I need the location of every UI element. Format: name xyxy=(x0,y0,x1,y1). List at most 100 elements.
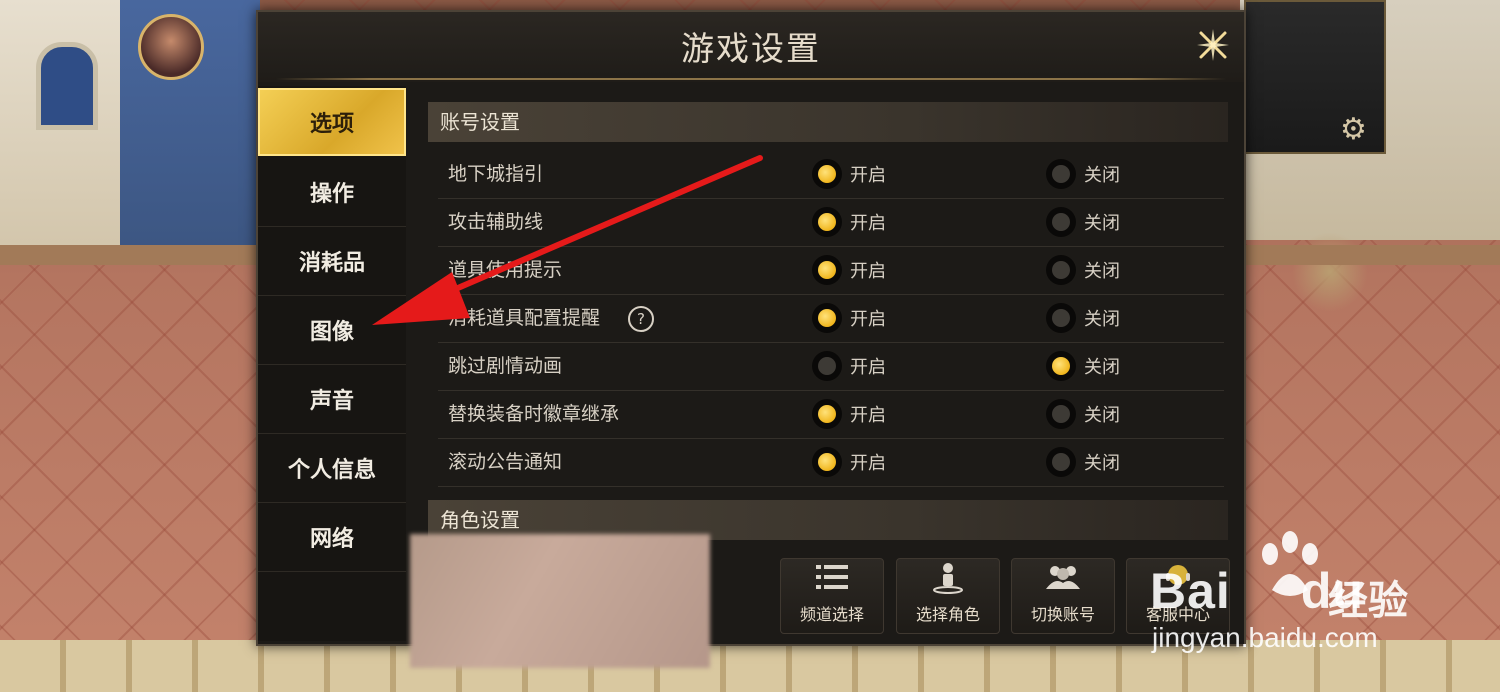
select-character-button[interactable]: 选择角色 xyxy=(896,558,1000,634)
option-off-label: 关闭 xyxy=(1084,213,1120,234)
sidebar-item-options[interactable]: 选项 xyxy=(258,88,406,156)
option-on-radio[interactable]: 开启 xyxy=(812,302,886,334)
background-window xyxy=(36,42,98,130)
player-avatar xyxy=(138,14,204,80)
option-off-radio[interactable]: 关闭 xyxy=(1046,206,1120,238)
list-icon xyxy=(816,565,848,589)
option-on-radio[interactable]: 开启 xyxy=(812,446,886,478)
radio-indicator xyxy=(1046,255,1076,285)
customer-service-button[interactable]: 客服中心 xyxy=(1126,558,1230,634)
setting-label: 消耗道具配置提醒 xyxy=(448,307,601,329)
setting-label: 道具使用提示 xyxy=(448,259,563,281)
option-off-label: 关闭 xyxy=(1084,357,1120,378)
sidebar-item-sound[interactable]: 声音 xyxy=(258,365,406,434)
option-on-radio[interactable]: 开启 xyxy=(812,350,886,382)
radio-dot xyxy=(818,309,836,327)
option-off-label: 关闭 xyxy=(1084,453,1120,474)
watermark-cn-text: 经验 xyxy=(1328,578,1408,624)
option-off-label: 关闭 xyxy=(1084,405,1120,426)
option-off-radio[interactable]: 关闭 xyxy=(1046,446,1120,478)
option-off-label: 关闭 xyxy=(1084,309,1120,330)
channel-select-button[interactable]: 频道选择 xyxy=(780,558,884,634)
button-label: 选择角色 xyxy=(915,605,980,624)
setting-row: 替换装备时徽章继承 开启 关闭 xyxy=(438,390,1224,439)
setting-row: 地下城指引 开启 关闭 xyxy=(438,150,1224,199)
setting-label: 替换装备时徽章继承 xyxy=(448,403,620,425)
radio-indicator xyxy=(1046,447,1076,477)
dialog-header: 游戏设置 xyxy=(258,12,1244,82)
sidebar-item-label: 声音 xyxy=(309,389,354,414)
switch-account-button[interactable]: 切换账号 xyxy=(1011,558,1115,634)
option-on-label: 开启 xyxy=(850,405,886,426)
radio-dot xyxy=(1052,261,1070,279)
radio-dot xyxy=(818,165,836,183)
sidebar-item-network[interactable]: 网络 xyxy=(258,503,406,572)
close-button[interactable] xyxy=(1190,22,1236,68)
option-off-radio[interactable]: 关闭 xyxy=(1046,254,1120,286)
customer-service-icon xyxy=(1166,565,1190,585)
setting-label: 滚动公告通知 xyxy=(448,451,563,473)
settings-sidebar: 选项 操作 消耗品 图像 声音 个人信息 网络 xyxy=(258,86,406,641)
sidebar-item-label: 图像 xyxy=(309,320,354,345)
option-on-radio[interactable]: 开启 xyxy=(812,398,886,430)
button-label: 频道选择 xyxy=(799,605,864,624)
radio-dot xyxy=(1052,213,1070,231)
help-icon[interactable]: ? xyxy=(628,306,654,332)
option-on-label: 开启 xyxy=(850,165,886,186)
option-on-radio[interactable]: 开启 xyxy=(812,206,886,238)
option-on-label: 开启 xyxy=(850,357,886,378)
option-on-label: 开启 xyxy=(850,261,886,282)
radio-dot xyxy=(1052,405,1070,423)
setting-row: 跳过剧情动画 开启 关闭 xyxy=(438,342,1224,391)
option-on-radio[interactable]: 开启 xyxy=(812,254,886,286)
option-on-label: 开启 xyxy=(850,213,886,234)
switch-account-icon xyxy=(1046,566,1080,589)
radio-dot xyxy=(1052,453,1070,471)
radio-indicator xyxy=(812,255,842,285)
sidebar-item-graphics[interactable]: 图像 xyxy=(258,296,406,365)
game-settings-dialog: 游戏设置 选项 操作 消耗品 图像 声音 个人信息 网络 账号设置 地下城指引 … xyxy=(256,10,1246,646)
sidebar-item-profile[interactable]: 个人信息 xyxy=(258,434,406,503)
option-off-radio[interactable]: 关闭 xyxy=(1046,302,1120,334)
radio-dot xyxy=(818,405,836,423)
sidebar-item-label: 网络 xyxy=(309,527,354,552)
radio-indicator xyxy=(812,303,842,333)
sidebar-item-label: 操作 xyxy=(309,182,354,207)
setting-row: 滚动公告通知 开启 关闭 xyxy=(438,438,1224,487)
setting-label: 跳过剧情动画 xyxy=(448,355,563,377)
option-off-radio[interactable]: 关闭 xyxy=(1046,350,1120,382)
sidebar-item-label: 选项 xyxy=(309,112,354,137)
background-npc xyxy=(1292,232,1368,312)
radio-dot xyxy=(818,453,836,471)
background-gear-icon: ⚙ xyxy=(1340,112,1367,147)
setting-row: 消耗道具配置提醒? 开启 关闭 xyxy=(438,294,1224,343)
background-fence xyxy=(0,640,1500,692)
option-on-label: 开启 xyxy=(850,453,886,474)
setting-row: 攻击辅助线 开启 关闭 xyxy=(438,198,1224,247)
radio-indicator xyxy=(812,399,842,429)
settings-content: 账号设置 地下城指引 开启 关闭 攻击辅助线 开启 关闭 道具使用提示 开启 关闭 消耗道具配置提… xyxy=(418,86,1230,556)
radio-indicator xyxy=(812,447,842,477)
radio-dot xyxy=(818,357,836,375)
radio-indicator xyxy=(812,207,842,237)
blurred-region xyxy=(410,534,710,668)
sidebar-item-consumables[interactable]: 消耗品 xyxy=(258,227,406,296)
radio-dot xyxy=(818,261,836,279)
radio-indicator xyxy=(1046,159,1076,189)
button-label: 客服中心 xyxy=(1145,605,1210,624)
setting-label: 地下城指引 xyxy=(448,163,544,185)
option-off-radio[interactable]: 关闭 xyxy=(1046,398,1120,430)
baidu-paw-icon xyxy=(1262,531,1318,596)
radio-dot xyxy=(1052,357,1070,375)
sidebar-item-controls[interactable]: 操作 xyxy=(258,158,406,227)
option-off-label: 关闭 xyxy=(1084,165,1120,186)
radio-indicator xyxy=(1046,207,1076,237)
sidebar-item-label: 个人信息 xyxy=(287,458,376,483)
radio-dot xyxy=(818,213,836,231)
option-on-radio[interactable]: 开启 xyxy=(812,158,886,190)
setting-row: 道具使用提示 开启 关闭 xyxy=(438,246,1224,295)
radio-indicator xyxy=(1046,399,1076,429)
radio-indicator xyxy=(812,159,842,189)
option-off-radio[interactable]: 关闭 xyxy=(1046,158,1120,190)
radio-dot xyxy=(1052,165,1070,183)
